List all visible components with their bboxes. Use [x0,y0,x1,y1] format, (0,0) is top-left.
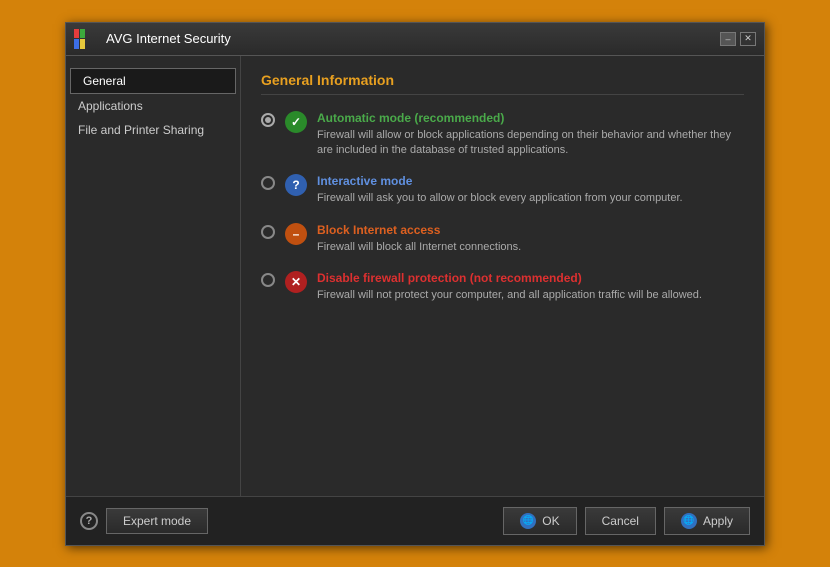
icon-block: – [285,223,307,245]
section-title: General Information [261,72,744,95]
desc-block: Firewall will block all Internet connect… [317,240,521,255]
desc-disable: Firewall will not protect your computer,… [317,288,702,303]
label-automatic: Automatic mode (recommended) [317,111,744,125]
logo-green [80,29,85,39]
title-bar: AVG Internet Security – ✕ [66,23,764,56]
radio-interactive[interactable] [261,176,275,190]
main-content: General Information ✓ Automatic mode (re… [241,56,764,496]
label-block: Block Internet access [317,223,521,237]
ok-globe-icon: 🌐 [520,513,536,529]
icon-automatic: ✓ [285,111,307,133]
close-button[interactable]: ✕ [740,32,756,46]
apply-globe-icon: 🌐 [681,513,697,529]
title-bar-left: AVG Internet Security [74,29,231,49]
expert-mode-button[interactable]: Expert mode [106,508,208,534]
avg-logo [74,29,98,49]
sidebar: General Applications File and Printer Sh… [66,56,241,496]
title-controls: – ✕ [720,32,756,46]
sidebar-item-general[interactable]: General [70,68,236,94]
cancel-button[interactable]: Cancel [585,507,656,535]
option-automatic: ✓ Automatic mode (recommended) Firewall … [261,111,744,159]
radio-disable[interactable] [261,273,275,287]
apply-button[interactable]: 🌐 Apply [664,507,750,535]
window-title: AVG Internet Security [106,31,231,46]
logo-blue [74,39,79,49]
option-block: – Block Internet access Firewall will bl… [261,223,744,255]
label-interactive: Interactive mode [317,174,683,188]
icon-interactive: ? [285,174,307,196]
option-interactive: ? Interactive mode Firewall will ask you… [261,174,744,206]
minimize-button[interactable]: – [720,32,736,46]
radio-automatic[interactable] [261,113,275,127]
sidebar-item-file-printer[interactable]: File and Printer Sharing [66,118,240,142]
ok-button[interactable]: 🌐 OK [503,507,576,535]
sidebar-item-applications[interactable]: Applications [66,94,240,118]
content-area: General Applications File and Printer Sh… [66,56,764,496]
icon-disable: ✕ [285,271,307,293]
footer: ? Expert mode 🌐 OK Cancel 🌐 Apply [66,496,764,545]
label-disable: Disable firewall protection (not recomme… [317,271,702,285]
logo-red [74,29,79,39]
logo-yellow [80,39,85,49]
main-window: AVG Internet Security – ✕ General Applic… [65,22,765,546]
footer-left: ? Expert mode [80,508,208,534]
help-icon[interactable]: ? [80,512,98,530]
desc-automatic: Firewall will allow or block application… [317,128,744,159]
desc-interactive: Firewall will ask you to allow or block … [317,191,683,206]
option-disable: ✕ Disable firewall protection (not recom… [261,271,744,303]
radio-block[interactable] [261,225,275,239]
footer-right: 🌐 OK Cancel 🌐 Apply [503,507,750,535]
